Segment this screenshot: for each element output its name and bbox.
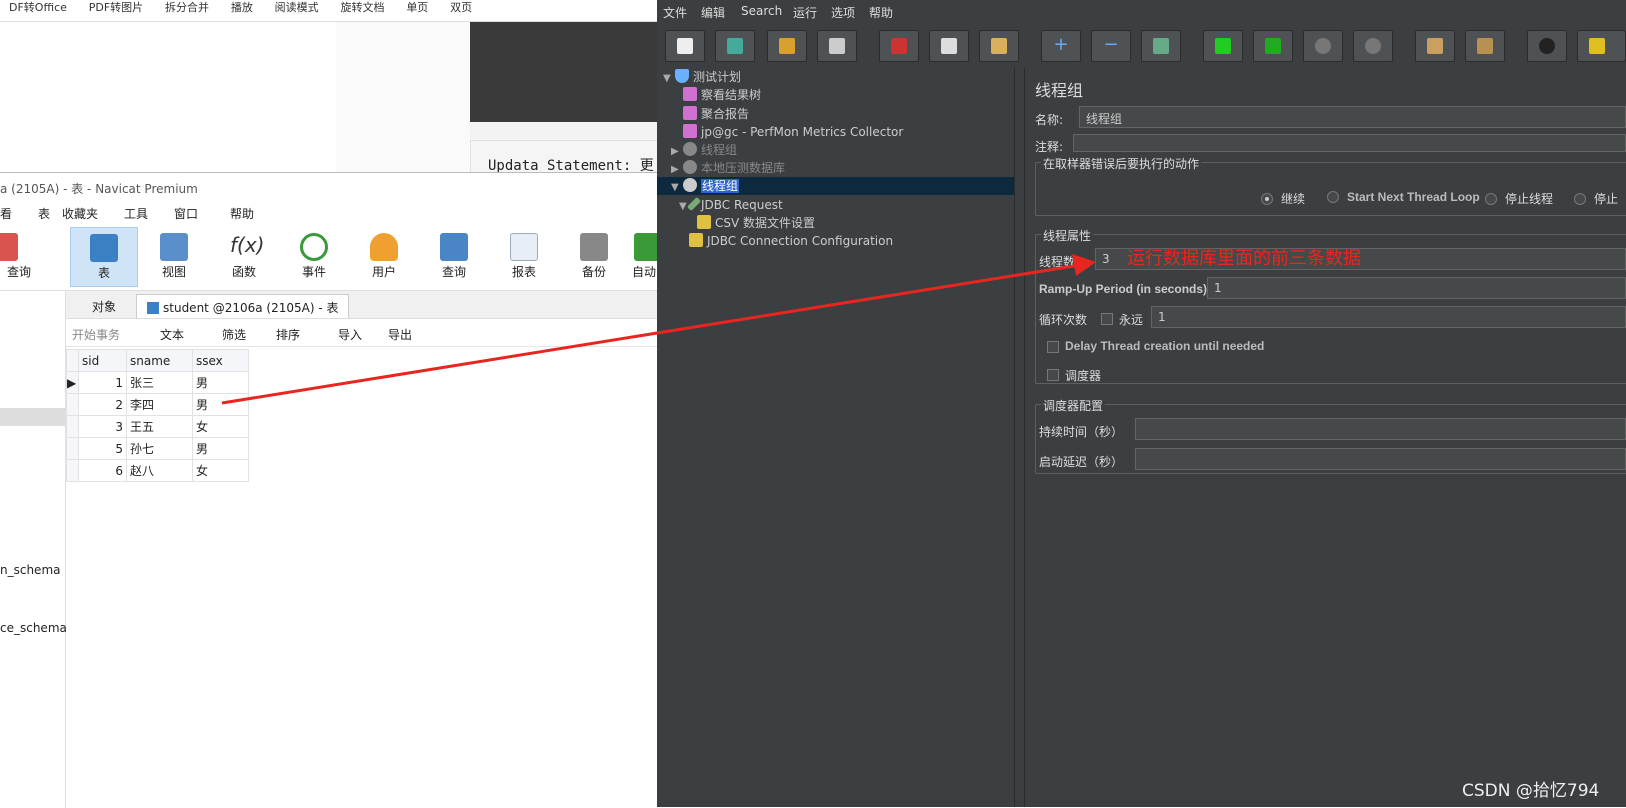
- arrow-line: [221, 263, 1081, 405]
- annotation-arrow: [221, 254, 1096, 405]
- watermark: CSDN @拾忆794: [1462, 781, 1600, 801]
- arrow-head: [1072, 254, 1096, 276]
- annotation-text: 运行数据库里面的前三条数据: [1127, 248, 1361, 269]
